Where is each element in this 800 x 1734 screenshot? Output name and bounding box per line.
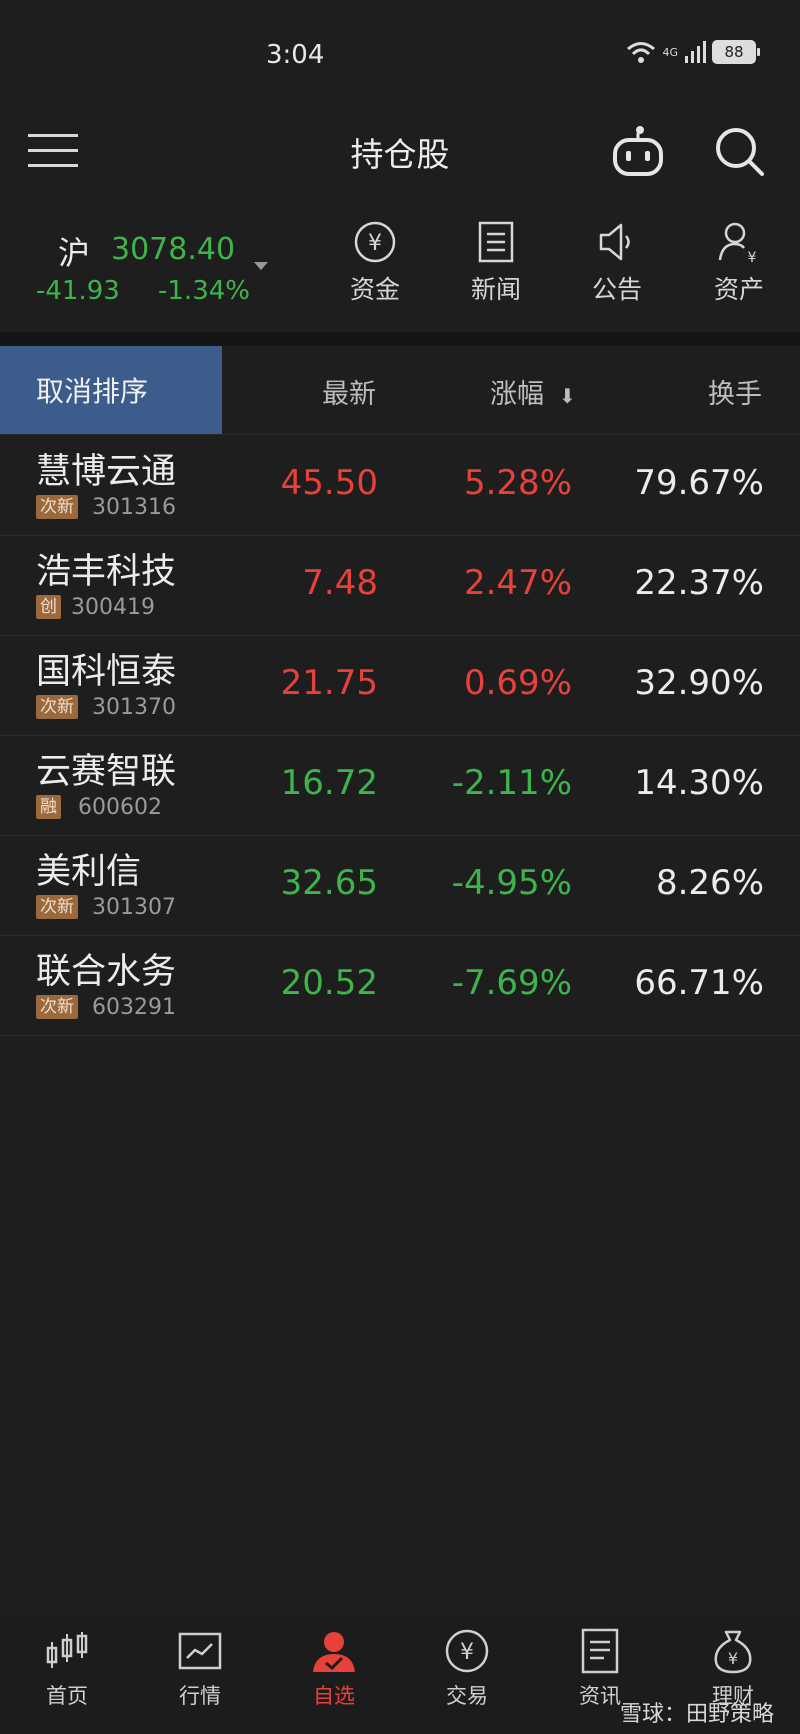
stock-turnover: 14.30% (634, 763, 764, 803)
section-divider (0, 332, 800, 346)
status-icons: 4G 88 (626, 40, 760, 64)
yuan-circle-icon: ¥ (445, 1629, 489, 1673)
stock-name: 慧博云通 (36, 452, 177, 492)
candlestick-icon (46, 1632, 88, 1668)
column-header-latest[interactable]: 最新 (322, 372, 376, 411)
stock-turnover: 22.37% (634, 563, 764, 603)
index-name: 沪 (58, 234, 91, 272)
column-header-change-label: 涨幅 (490, 379, 544, 410)
index-summary[interactable]: 沪 3078.40 -41.93 -1.34% ¥ 资金 新闻 公告 ¥ 资产 (0, 210, 800, 330)
svg-text:¥: ¥ (728, 1649, 738, 1668)
stock-tag: 次新 (36, 695, 78, 719)
watermark: 雪球：田野策略 (619, 1702, 774, 1727)
tab-home[interactable]: 首页 (12, 1628, 122, 1710)
sort-desc-icon: ⬇ (552, 384, 576, 408)
column-header-turnover[interactable]: 换手 (708, 372, 762, 411)
stock-name: 美利信 (36, 852, 142, 892)
stock-price: 45.50 (280, 463, 378, 503)
yuan-circle-icon: ¥ (354, 221, 396, 263)
index-value: 3078.40 (111, 232, 236, 267)
stock-turnover: 32.90% (634, 663, 764, 703)
speaker-icon (599, 223, 630, 261)
column-header-change[interactable]: 涨幅 ⬇ (490, 372, 576, 411)
stock-tag: 次新 (36, 995, 78, 1019)
tab-market[interactable]: 行情 (145, 1628, 255, 1710)
user-asset-icon: ¥ (718, 222, 757, 264)
signal-icon (685, 41, 706, 63)
stock-change: 2.47% (463, 563, 572, 603)
status-time: 3:04 (266, 40, 325, 70)
stock-tag: 创 (36, 595, 61, 619)
stock-code: 300419 (71, 595, 155, 620)
stock-tag: 次新 (36, 895, 78, 919)
stock-price: 21.75 (280, 663, 378, 703)
stock-change: -4.95% (451, 863, 572, 903)
table-header: 取消排序 最新 涨幅 ⬇ 换手 (0, 346, 800, 435)
quick-link-news[interactable]: 新闻 (451, 220, 541, 306)
tab-watchlist[interactable]: 自选 (279, 1628, 389, 1710)
table-row[interactable]: 国科恒泰 次新 301370 21.75 0.69% 32.90% (0, 635, 800, 736)
stock-change: 0.69% (463, 663, 572, 703)
money-bag-icon: ¥ (714, 1630, 752, 1674)
battery-icon: 88 (712, 40, 760, 64)
quick-link-assets[interactable]: ¥ 资产 (694, 220, 784, 306)
stock-change: -2.11% (451, 763, 572, 803)
stock-code: 600602 (78, 795, 162, 820)
stock-turnover: 79.67% (634, 463, 764, 503)
status-bar: 3:04 4G 88 (0, 0, 800, 110)
index-dropdown-icon[interactable] (254, 262, 268, 270)
quick-link-announcement[interactable]: 公告 (572, 220, 662, 306)
wifi-icon (627, 42, 656, 63)
user-check-icon (313, 1632, 355, 1672)
search-icon[interactable] (712, 124, 766, 178)
quick-link-label: 新闻 (470, 275, 521, 304)
page-title: 持仓股 (350, 135, 450, 174)
chart-icon (178, 1632, 222, 1670)
stock-code: 301370 (92, 695, 176, 720)
stock-name: 浩丰科技 (36, 552, 177, 592)
quick-link-label: 资产 (713, 275, 764, 304)
table-row[interactable]: 慧博云通 次新 301316 45.50 5.28% 79.67% (0, 435, 800, 536)
stock-price: 7.48 (302, 563, 378, 603)
cancel-sort-button[interactable]: 取消排序 (0, 346, 222, 434)
stock-turnover: 8.26% (655, 863, 764, 903)
table-row[interactable]: 联合水务 次新 603291 20.52 -7.69% 66.71% (0, 935, 800, 1036)
table-row[interactable]: 浩丰科技 创 300419 7.48 2.47% 22.37% (0, 535, 800, 636)
stock-price: 20.52 (280, 963, 378, 1003)
stock-name: 联合水务 (36, 952, 177, 992)
stock-change: 5.28% (463, 463, 572, 503)
stock-price: 32.65 (280, 863, 378, 903)
quick-link-label: 资金 (349, 275, 400, 304)
quick-link-label: 公告 (591, 275, 642, 304)
tab-label: 交易 (446, 1684, 488, 1708)
index-change: -41.93 (36, 276, 120, 306)
svg-text:¥: ¥ (748, 250, 757, 264)
stock-change: -7.69% (451, 963, 572, 1003)
tab-label: 首页 (46, 1684, 88, 1708)
robot-assistant-icon[interactable] (610, 124, 666, 178)
tab-label: 自选 (313, 1684, 355, 1708)
stock-tag: 融 (36, 795, 61, 819)
stock-name: 国科恒泰 (36, 652, 177, 692)
bottom-tab-bar: 首页 行情 自选 ¥ 交易 资讯 ¥ 理财 雪球：田野策略 (0, 1614, 800, 1734)
stock-name: 云赛智联 (36, 752, 177, 792)
network-type: 4G (662, 45, 678, 59)
table-row[interactable]: 美利信 次新 301307 32.65 -4.95% 8.26% (0, 835, 800, 936)
news-doc-icon (478, 221, 514, 263)
stock-code: 301307 (92, 895, 176, 920)
svg-text:¥: ¥ (460, 1640, 474, 1665)
quick-link-fund[interactable]: ¥ 资金 (330, 220, 420, 306)
nav-bar: 持仓股 (0, 110, 800, 190)
document-icon (581, 1628, 619, 1674)
stock-price: 16.72 (280, 763, 378, 803)
stock-code: 603291 (92, 995, 176, 1020)
stock-code: 301316 (92, 495, 176, 520)
tab-label: 行情 (179, 1684, 221, 1708)
tab-trade[interactable]: ¥ 交易 (412, 1628, 522, 1710)
table-row[interactable]: 云赛智联 融 600602 16.72 -2.11% 14.30% (0, 735, 800, 836)
stock-tag: 次新 (36, 495, 78, 519)
svg-text:¥: ¥ (368, 231, 382, 256)
stock-turnover: 66.71% (634, 963, 764, 1003)
index-change-pct: -1.34% (158, 276, 250, 306)
